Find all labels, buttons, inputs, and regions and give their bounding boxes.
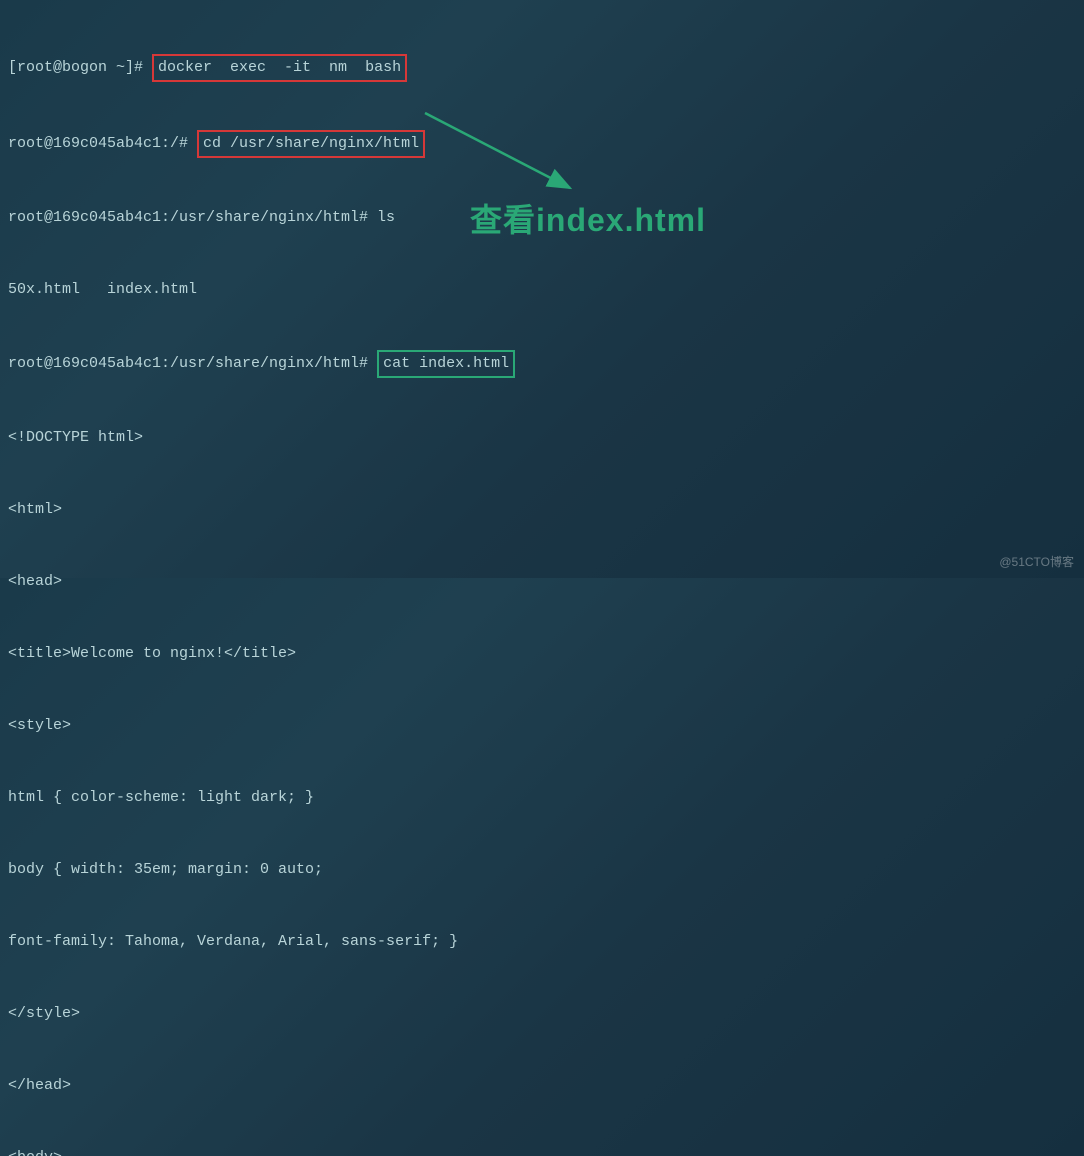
output-line-16: <body> [8,1146,1076,1156]
command-1-highlighted: docker exec -it nm bash [152,54,407,82]
output-line-12: body { width: 35em; margin: 0 auto; [8,858,1076,882]
output-line-8: <head> [8,570,1076,594]
output-line-14: </style> [8,1002,1076,1026]
output-line-11: html { color-scheme: light dark; } [8,786,1076,810]
output-line-6: <!DOCTYPE html> [8,426,1076,450]
terminal-output[interactable]: [root@bogon ~]# docker exec -it nm bash … [8,6,1076,1156]
annotation-label: 查看index.html [470,195,706,246]
prompt-1: [root@bogon ~]# [8,59,152,76]
prompt-line-1: [root@bogon ~]# docker exec -it nm bash [8,54,1076,82]
output-line-9: <title>Welcome to nginx!</title> [8,642,1076,666]
output-line-10: <style> [8,714,1076,738]
output-line-7: <html> [8,498,1076,522]
prompt-5: root@169c045ab4c1:/usr/share/nginx/html# [8,355,377,372]
command-2-highlighted: cd /usr/share/nginx/html [197,130,425,158]
watermark-text: @51CTO博客 [999,553,1074,572]
prompt-line-5: root@169c045ab4c1:/usr/share/nginx/html#… [8,350,1076,378]
output-line-15: </head> [8,1074,1076,1098]
output-line-13: font-family: Tahoma, Verdana, Arial, san… [8,930,1076,954]
prompt-2: root@169c045ab4c1:/# [8,135,197,152]
output-line-4: 50x.html index.html [8,278,1076,302]
prompt-line-2: root@169c045ab4c1:/# cd /usr/share/nginx… [8,130,1076,158]
command-5-highlighted: cat index.html [377,350,515,378]
